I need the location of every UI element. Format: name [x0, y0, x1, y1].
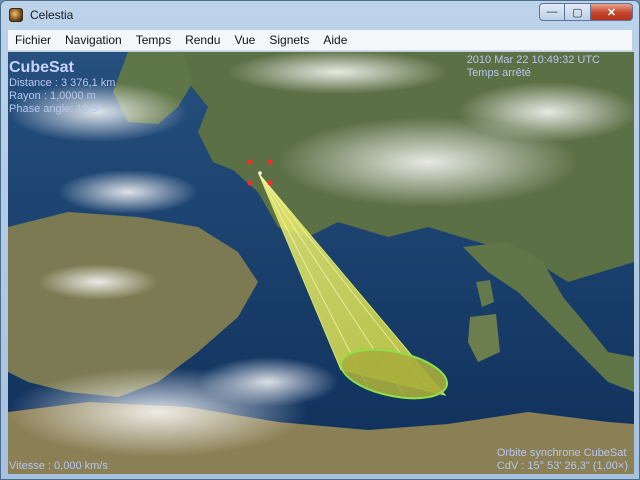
window-title: Celestia	[30, 8, 74, 22]
time-status: Temps arrêté	[466, 67, 531, 79]
hud-time-info: 2010 Mar 22 10:49:32 UTC Temps arrêté	[467, 54, 600, 80]
window-controls: — ▢ ✕	[539, 3, 633, 21]
field-of-view: CdV : 15° 53' 26,3" (1,00×)	[496, 460, 628, 472]
menu-temps[interactable]: Temps	[129, 33, 178, 47]
menu-rendu[interactable]: Rendu	[178, 33, 227, 47]
title-bar[interactable]: Celestia — ▢ ✕	[1, 1, 639, 29]
cloud	[58, 170, 198, 214]
menu-fichier[interactable]: Fichier	[8, 33, 58, 47]
menu-aide-label: Aide	[323, 33, 348, 47]
distance-readout: Distance : 3 376,1 km	[9, 77, 116, 89]
celestia-window: Celestia — ▢ ✕ Fichier Navigation Temps …	[0, 0, 640, 480]
render-viewport[interactable]: CubeSat Distance : 3 376,1 km Rayon : 1,…	[8, 52, 634, 474]
simulation-datetime: 2010 Mar 22 10:49:32 UTC	[466, 54, 600, 66]
cloud	[198, 357, 338, 407]
speed-readout: Vitesse : 0,000 km/s	[9, 460, 108, 472]
menu-signets[interactable]: Signets	[262, 33, 316, 47]
maximize-button[interactable]: ▢	[565, 3, 591, 21]
phase-angle-readout: Phase angle: 10,3°	[9, 103, 103, 115]
minimize-button[interactable]: —	[539, 3, 565, 21]
cloud	[458, 82, 634, 142]
hud-frame-info: Orbite synchrone CubeSat CdV : 15° 53' 2…	[497, 447, 628, 473]
cloud	[38, 264, 158, 300]
celestia-app-icon[interactable]	[9, 8, 23, 22]
menu-rendu-label: Rendu	[185, 33, 221, 47]
menu-navigation-label: Navigation	[65, 33, 122, 47]
menu-temps-label: Temps	[135, 33, 172, 47]
radius-readout: Rayon : 1,0000 m	[9, 90, 96, 102]
hud-selection-info: CubeSat Distance : 3 376,1 km Rayon : 1,…	[9, 58, 115, 116]
menu-vue-label: Vue	[234, 33, 256, 47]
menu-navigation[interactable]: Navigation	[58, 33, 129, 47]
menu-signets-label: Signets	[269, 33, 310, 47]
menu-fichier-label: Fichier	[15, 33, 52, 47]
maximize-icon: ▢	[572, 6, 583, 19]
menu-bar: Fichier Navigation Temps Rendu Vue Signe…	[8, 30, 632, 51]
close-button[interactable]: ✕	[591, 3, 633, 21]
reference-frame: Orbite synchrone CubeSat	[496, 447, 627, 459]
cloud	[228, 52, 448, 94]
selected-object-name: CubeSat	[9, 59, 74, 76]
close-icon: ✕	[606, 6, 617, 19]
minimize-icon: —	[546, 6, 558, 18]
menu-aide[interactable]: Aide	[316, 33, 354, 47]
menu-vue[interactable]: Vue	[227, 33, 262, 47]
hud-speed-info: Vitesse : 0,000 km/s	[9, 460, 108, 473]
